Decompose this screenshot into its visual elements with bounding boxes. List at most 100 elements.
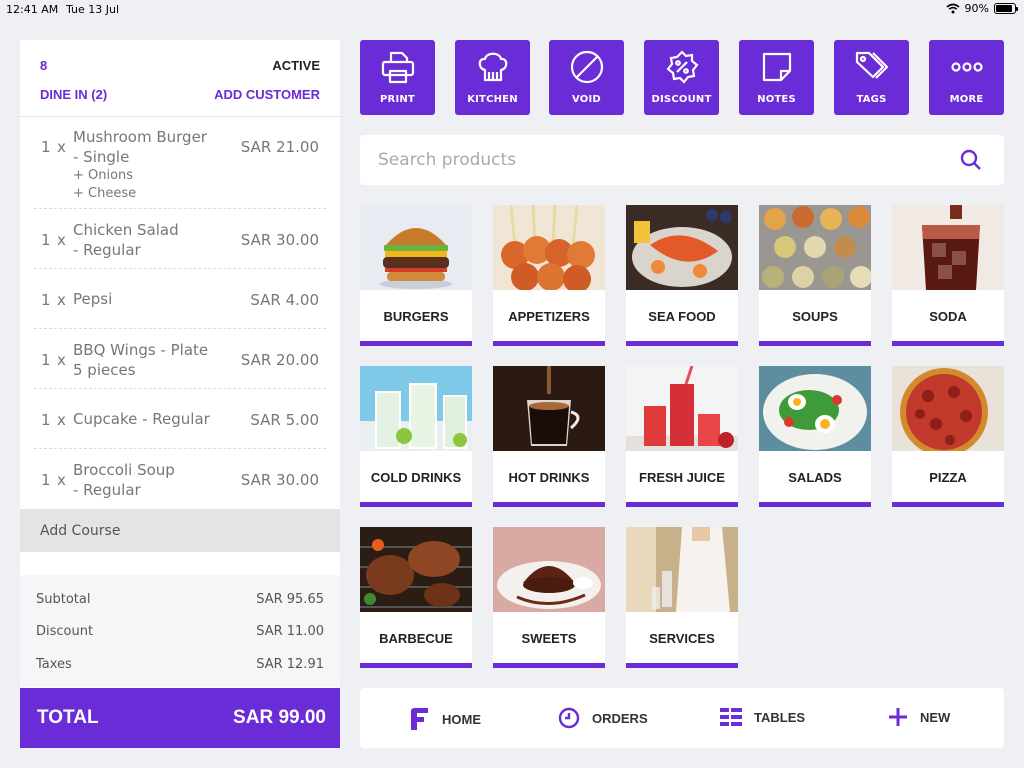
pizza-image: [892, 366, 1004, 451]
order-item[interactable]: 1 x BBQ Wings - Plate 5 pieces SAR 20.00: [34, 329, 326, 389]
discount-value: SAR 11.00: [256, 624, 324, 639]
dine-in-button[interactable]: DINE IN (2): [40, 87, 107, 102]
hot-drinks-image: [493, 366, 605, 451]
home-logo-icon: [411, 708, 428, 730]
category-cold-drinks[interactable]: COLD DRINKS: [360, 366, 472, 507]
category-fresh-juice[interactable]: FRESH JUICE: [626, 366, 738, 507]
nav-new[interactable]: NEW: [888, 707, 950, 727]
category-hot-drinks[interactable]: HOT DRINKS: [493, 366, 605, 507]
tags-icon: [855, 51, 889, 79]
total-label: TOTAL: [37, 707, 99, 728]
order-item[interactable]: 1 x Cupcake - Regular SAR 5.00: [34, 389, 326, 449]
nav-orders-label: ORDERS: [592, 710, 648, 726]
print-button[interactable]: PRINT: [360, 40, 435, 115]
add-customer-button[interactable]: ADD CUSTOMER: [214, 87, 320, 102]
item-x: x: [57, 231, 66, 249]
nav-new-label: NEW: [920, 709, 951, 725]
item-price: SAR 4.00: [250, 291, 319, 309]
item-qty: 1: [41, 351, 51, 369]
order-item[interactable]: 1 x Mushroom Burger - Single + Onions + …: [34, 118, 326, 209]
taxes-label: Taxes: [36, 657, 72, 672]
category-name: PIZZA: [929, 470, 967, 485]
category-name: SALADS: [788, 470, 842, 485]
search-icon[interactable]: [960, 149, 982, 171]
nav-tables[interactable]: TABLES: [720, 707, 805, 727]
item-name: BBQ Wings - Plate 5 pieces: [73, 340, 218, 380]
nav-home[interactable]: HOME: [408, 707, 481, 731]
barbecue-image: [360, 527, 472, 612]
soda-image: [892, 205, 1004, 290]
category-burgers[interactable]: BURGERS: [360, 205, 472, 346]
tags-label: TAGS: [856, 94, 887, 105]
category-sweets[interactable]: SWEETS: [493, 527, 605, 668]
order-item[interactable]: 1 x Chicken Salad - Regular SAR 30.00: [34, 209, 326, 269]
tags-button[interactable]: TAGS: [834, 40, 909, 115]
category-name: BURGERS: [383, 309, 449, 324]
item-name: Chicken Salad - Regular: [73, 220, 218, 260]
battery-percent: 90%: [964, 2, 989, 15]
add-course-button[interactable]: Add Course: [20, 509, 340, 552]
bottom-nav: HOME ORDERS TABLES NEW: [360, 688, 1004, 748]
battery-icon: [994, 3, 1018, 14]
search-bar: [360, 135, 1004, 185]
category-services[interactable]: SERVICES: [626, 527, 738, 668]
category-name: SOUPS: [792, 309, 838, 324]
taxes-row: Taxes SAR 12.91: [36, 657, 324, 672]
discount-button[interactable]: DISCOUNT: [644, 40, 719, 115]
status-time: 12:41 AM: [6, 3, 59, 16]
void-button[interactable]: VOID: [549, 40, 624, 115]
category-salads[interactable]: SALADS: [759, 366, 871, 507]
sea-food-image: [626, 205, 738, 290]
item-x: x: [57, 411, 66, 429]
category-pizza[interactable]: PIZZA: [892, 366, 1004, 507]
item-qty: 1: [41, 138, 51, 156]
item-name-line1: Cupcake - Regular: [73, 410, 210, 428]
appetizers-image: [493, 205, 605, 290]
item-name-line1: Broccoli Soup: [73, 461, 175, 479]
kitchen-label: KITCHEN: [467, 94, 518, 105]
category-name: APPETIZERS: [508, 309, 590, 324]
category-soups[interactable]: SOUPS: [759, 205, 871, 346]
kitchen-button[interactable]: KITCHEN: [455, 40, 530, 115]
search-input[interactable]: [378, 143, 938, 177]
item-name: Mushroom Burger - Single + Onions + Chee…: [73, 127, 218, 203]
wifi-icon: [946, 3, 960, 14]
item-name-line2: - Single: [73, 148, 130, 166]
item-price: SAR 21.00: [240, 138, 319, 156]
item-price: SAR 5.00: [250, 411, 319, 429]
order-number: 8: [40, 58, 48, 73]
order-header: 8 ACTIVE DINE IN (2) ADD CUSTOMER: [20, 40, 340, 117]
item-price: SAR 30.00: [240, 471, 319, 489]
nav-orders[interactable]: ORDERS: [558, 707, 648, 729]
services-image: [626, 527, 738, 612]
total-button[interactable]: TOTAL SAR 99.00: [20, 688, 340, 748]
more-icon: [951, 62, 983, 72]
category-appetizers[interactable]: APPETIZERS: [493, 205, 605, 346]
category-soda[interactable]: SODA: [892, 205, 1004, 346]
notes-button[interactable]: NOTES: [739, 40, 814, 115]
chef-hat-icon: [478, 52, 508, 82]
more-label: MORE: [949, 94, 984, 105]
burgers-image: [360, 205, 472, 290]
fresh-juice-image: [626, 366, 738, 451]
salads-image: [759, 366, 871, 451]
category-barbecue[interactable]: BARBECUE: [360, 527, 472, 668]
status-date: Tue 13 Jul: [66, 3, 120, 16]
nav-home-label: HOME: [442, 711, 481, 727]
order-item[interactable]: 1 x Broccoli Soup - Regular SAR 30.00: [34, 449, 326, 509]
more-button[interactable]: MORE: [929, 40, 1004, 115]
category-sea-food[interactable]: SEA FOOD: [626, 205, 738, 346]
item-modifier: + Cheese: [73, 186, 137, 201]
item-price: SAR 20.00: [240, 351, 319, 369]
category-name: SERVICES: [649, 631, 715, 646]
category-name: SWEETS: [521, 631, 577, 646]
item-qty: 1: [41, 471, 51, 489]
discount-row: Discount SAR 11.00: [36, 624, 324, 639]
void-label: VOID: [572, 94, 601, 105]
status-right: 90%: [946, 2, 1018, 15]
item-name: Broccoli Soup - Regular: [73, 460, 218, 500]
category-name: SODA: [929, 309, 967, 324]
order-item[interactable]: 1 x Pepsi SAR 4.00: [34, 269, 326, 329]
item-modifier: + Onions: [73, 168, 134, 183]
item-name-line1: Pepsi: [73, 290, 113, 308]
